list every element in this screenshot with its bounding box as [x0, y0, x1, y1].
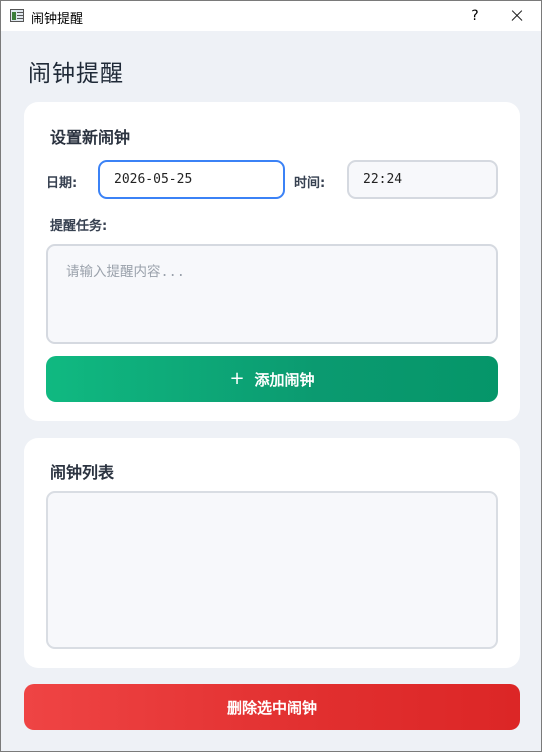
- add-alarm-label: 添加闹钟: [254, 370, 315, 389]
- window-title: 闹钟提醒: [31, 12, 84, 27]
- title-bar: 闹钟提醒 ?: [1, 1, 541, 31]
- plus-icon: +: [229, 368, 245, 389]
- help-button[interactable]: ?: [465, 4, 485, 28]
- delete-alarm-label: 删除选中闹钟: [226, 698, 317, 717]
- alarm-list-card: 闹钟列表: [24, 438, 520, 668]
- date-value: 2026-05-25: [114, 172, 193, 187]
- app-window: 闹钟提醒 ? 闹钟提醒 设置新闹钟 日期: 2026-05-25 时间: 22:…: [0, 0, 542, 752]
- delete-alarm-button[interactable]: 删除选中闹钟: [24, 684, 520, 730]
- new-alarm-card: 设置新闹钟 日期: 2026-05-25 时间: 22:24 提醒任务: 请输入…: [24, 102, 520, 421]
- task-textarea[interactable]: 请输入提醒内容...: [46, 244, 498, 344]
- time-input[interactable]: 22:24: [347, 160, 498, 199]
- page-title: 闹钟提醒: [28, 61, 124, 87]
- date-input[interactable]: 2026-05-25: [98, 160, 285, 199]
- add-alarm-button[interactable]: + 添加闹钟: [46, 356, 498, 402]
- alarm-list[interactable]: [46, 491, 498, 649]
- date-label: 日期:: [46, 176, 78, 191]
- new-alarm-title: 设置新闹钟: [50, 128, 131, 147]
- task-placeholder: 请输入提醒内容...: [66, 264, 185, 280]
- alarm-list-title: 闹钟列表: [50, 463, 115, 482]
- close-icon[interactable]: [505, 5, 529, 27]
- task-label: 提醒任务:: [50, 219, 108, 234]
- app-icon: [10, 9, 24, 22]
- time-value: 22:24: [363, 172, 403, 187]
- time-label: 时间:: [294, 176, 326, 191]
